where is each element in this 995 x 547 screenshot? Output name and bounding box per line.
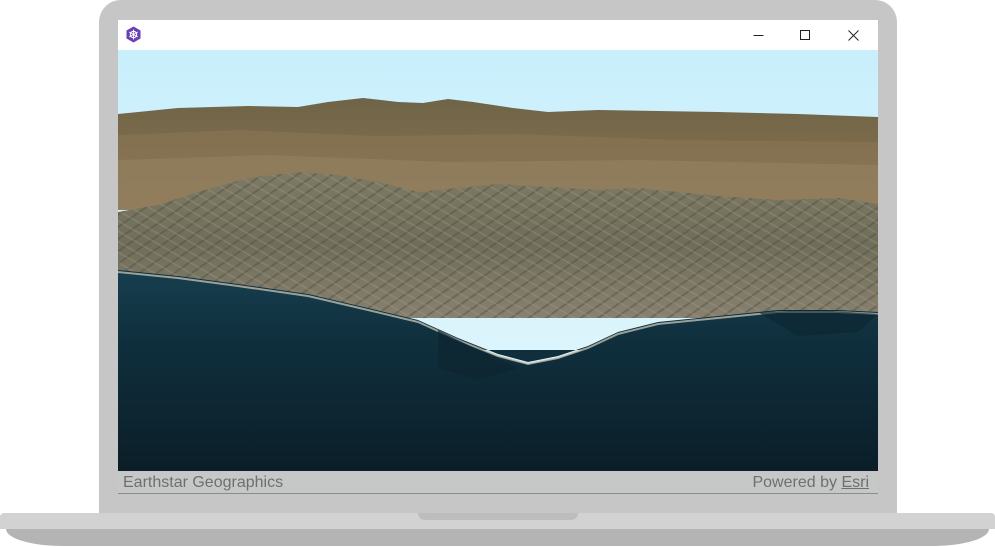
minimize-icon <box>753 34 763 36</box>
powered-by-label: Powered by <box>752 474 837 491</box>
app-window: Earthstar Geographics Powered by Esri <box>118 20 878 494</box>
powered-by: Powered by Esri <box>752 474 869 492</box>
close-button[interactable] <box>830 20 876 50</box>
scene-view[interactable] <box>118 50 878 471</box>
attribution-bar: Earthstar Geographics Powered by Esri <box>118 471 878 494</box>
arcgis-hexagon-icon <box>125 26 142 43</box>
esri-link[interactable]: Esri <box>841 474 869 491</box>
laptop-base-bottom <box>6 529 989 546</box>
laptop-base <box>0 513 995 547</box>
terrain-scene <box>118 50 878 471</box>
laptop-notch <box>418 513 578 520</box>
maximize-icon <box>799 29 810 40</box>
minimize-button[interactable] <box>735 20 781 50</box>
attribution-source: Earthstar Geographics <box>123 474 284 491</box>
attribution-divider <box>118 493 878 494</box>
maximize-button[interactable] <box>782 20 828 50</box>
title-bar[interactable] <box>118 20 878 50</box>
close-icon <box>847 29 859 41</box>
